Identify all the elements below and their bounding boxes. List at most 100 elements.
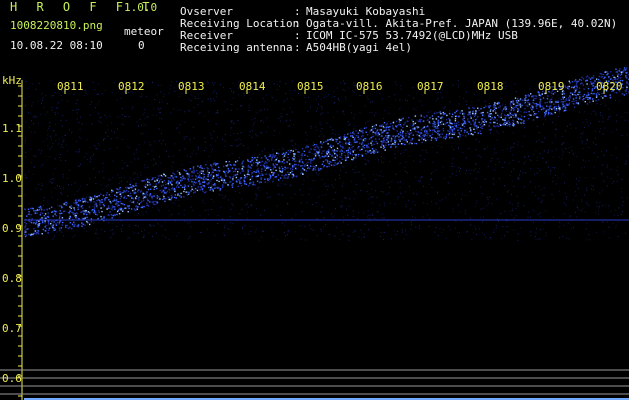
signal-point [243,180,246,183]
signal-point [435,126,437,128]
signal-point [120,195,122,197]
signal-point [202,185,204,187]
signal-point [569,95,571,97]
noise-point [617,221,619,223]
signal-point [477,107,479,109]
noise-point [342,143,344,145]
noise-point [511,146,513,148]
noise-point [497,218,499,220]
signal-point [392,127,394,129]
signal-point [195,182,197,184]
signal-point [94,204,96,206]
signal-point [212,175,215,177]
signal-point [330,144,332,146]
noise-point [621,94,623,96]
signal-point [290,168,292,170]
signal-point [203,185,206,187]
noise-point [402,196,404,198]
noise-point [102,139,104,141]
noise-point [520,111,522,112]
noise-point [322,194,324,196]
noise-point [497,158,499,160]
noise-point [214,234,216,236]
noise-point [613,180,614,182]
signal-point [348,147,351,149]
signal-point [37,233,40,235]
noise-point [397,196,399,198]
signal-point [411,125,414,127]
noise-point [170,112,172,114]
signal-point [450,133,453,135]
signal-point [80,206,82,208]
signal-point [36,229,38,232]
noise-point [158,140,160,142]
noise-point [321,106,322,107]
signal-point [353,157,355,159]
noise-point [61,231,63,233]
noise-point [107,129,109,131]
noise-point [189,183,191,185]
noise-point [369,215,371,216]
noise-point [281,147,283,149]
signal-point [241,167,243,170]
signal-point [233,164,235,166]
signal-point [154,180,156,182]
noise-point [111,130,113,132]
noise-point [378,159,379,161]
noise-point [407,200,409,202]
signal-point [488,115,490,117]
signal-point [454,124,456,127]
noise-point [341,185,343,187]
signal-point [589,98,591,100]
noise-point [97,103,99,105]
noise-point [50,135,52,137]
signal-point [332,139,334,141]
signal-point [381,135,383,137]
noise-point [545,161,547,163]
signal-point [167,180,170,182]
noise-point [194,96,196,98]
signal-point [532,107,534,110]
signal-point [315,151,318,153]
noise-point [232,92,234,94]
signal-point [281,161,284,163]
noise-point [415,176,417,178]
signal-point [299,160,301,162]
noise-point [224,234,226,236]
signal-point [88,196,91,198]
signal-point [62,221,64,224]
noise-point [143,234,145,236]
signal-point [343,151,345,153]
noise-point [211,82,213,84]
signal-point [623,94,626,96]
signal-point [551,101,553,103]
noise-point [261,119,263,121]
noise-point [267,126,269,128]
noise-point [536,228,538,230]
noise-point [49,126,51,128]
noise-point [428,225,430,227]
noise-point [453,149,455,151]
signal-point [448,124,450,127]
signal-point [355,130,357,132]
signal-point [480,122,483,124]
signal-point [348,138,350,141]
signal-point [283,155,286,157]
noise-point [587,85,589,87]
noise-point [374,217,376,219]
signal-point [244,183,246,185]
noise-point [136,225,138,226]
noise-point [250,226,252,227]
noise-point [543,228,545,230]
meta-antenna: Receiving antenna: A504HB(yagi 4el) [180,41,412,54]
noise-point [285,83,287,85]
noise-point [79,185,81,187]
noise-point [134,224,136,226]
signal-point [562,105,565,108]
signal-point [61,212,63,214]
signal-point [450,122,452,125]
signal-point [625,75,627,77]
noise-point [555,136,557,138]
noise-point [147,207,149,209]
noise-point [133,153,135,155]
